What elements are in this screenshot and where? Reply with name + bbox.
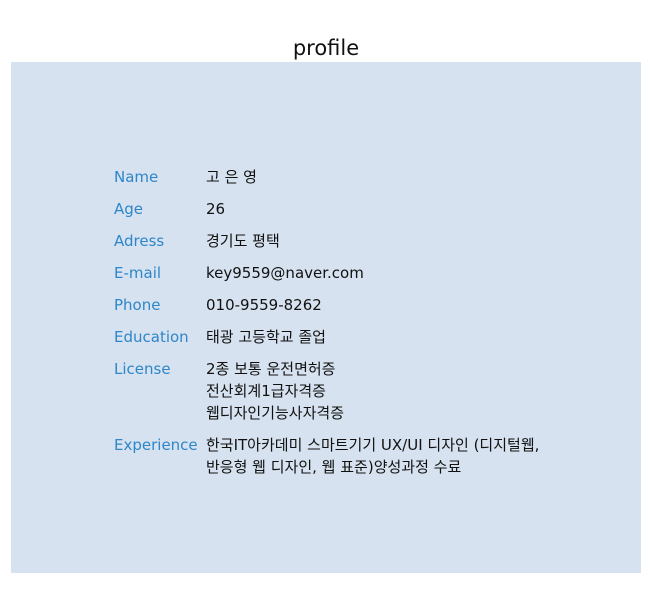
experience-value: 한국IT아카데미 스마트기기 UX/UI 디자인 (디지털웹, 반응형 웹 디자… (206, 434, 539, 478)
profile-row-address: Adress 경기도 평택 (114, 230, 539, 252)
address-label: Adress (114, 232, 165, 250)
page-title: profile (292, 36, 360, 60)
license-value-line: 2종 보통 운전면허증 (206, 360, 336, 378)
license-label: License (114, 360, 171, 378)
age-value: 26 (206, 198, 225, 220)
address-value: 경기도 평택 (206, 230, 280, 252)
education-value: 태광 고등학교 졸업 (206, 326, 326, 348)
license-value: 2종 보통 운전면허증 전산회계1급자격증 웹디자인기능사자격증 (206, 358, 344, 424)
profile-row-name: Name 고 은 영 (114, 166, 539, 188)
age-label: Age (114, 200, 144, 218)
profile-row-experience: Experience 한국IT아카데미 스마트기기 UX/UI 디자인 (디지털… (114, 434, 539, 478)
phone-label: Phone (114, 296, 161, 314)
profile-row-education: Education 태광 고등학교 졸업 (114, 326, 539, 348)
phone-value-line: 010-9559-8262 (206, 296, 322, 314)
phone-value: 010-9559-8262 (206, 294, 322, 316)
profile-row-email: E-mail key9559@naver.com (114, 262, 539, 284)
email-value: key9559@naver.com (206, 262, 364, 284)
license-value-line: 웹디자인기능사자격증 (206, 404, 345, 422)
experience-value-line: 반응형 웹 디자인, 웹 표준)양성과정 수료 (206, 458, 462, 476)
name-value: 고 은 영 (206, 166, 257, 188)
age-value-line: 26 (206, 200, 226, 218)
email-label: E-mail (114, 264, 162, 282)
profile-info-list: Name 고 은 영 Age 26 Adress 경기도 평택 E-mail k… (114, 166, 539, 488)
profile-row-phone: Phone 010-9559-8262 (114, 294, 539, 316)
name-value-line: 고 은 영 (206, 168, 257, 186)
profile-row-license: License 2종 보통 운전면허증 전산회계1급자격증 웹디자인기능사자격증 (114, 358, 539, 424)
experience-value-line: 한국IT아카데미 스마트기기 UX/UI 디자인 (디지털웹, (206, 436, 540, 454)
email-value-line: key9559@naver.com (206, 264, 364, 282)
name-label: Name (114, 168, 159, 186)
profile-row-age: Age 26 (114, 198, 539, 220)
experience-label: Experience (114, 436, 198, 454)
education-value-line: 태광 고등학교 졸업 (206, 328, 326, 346)
address-value-line: 경기도 평택 (206, 232, 280, 250)
profile-panel: Name 고 은 영 Age 26 Adress 경기도 평택 E-mail k… (11, 62, 641, 573)
license-value-line: 전산회계1급자격증 (206, 382, 326, 400)
education-label: Education (114, 328, 189, 346)
